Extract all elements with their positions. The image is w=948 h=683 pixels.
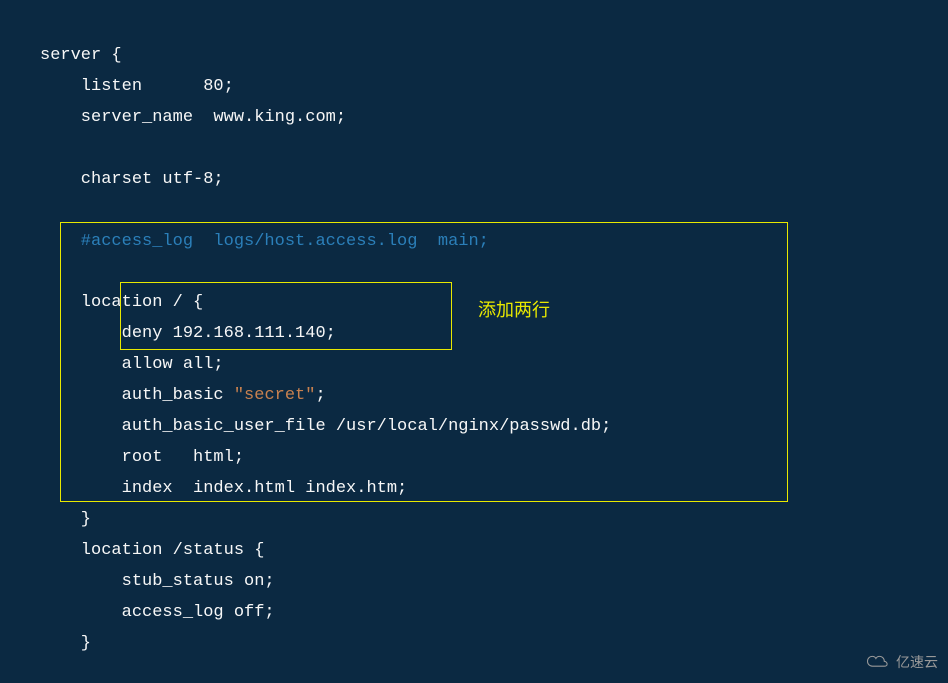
watermark-text: 亿速云 [896,650,938,675]
code-line: listen 80; [40,77,234,96]
code-line: server { [40,46,122,65]
code-string: "secret" [234,386,316,405]
code-line: location / { [40,293,203,312]
code-line-auth: auth_basic "secret"; [40,386,326,405]
code-line: location /status { [40,541,264,560]
code-line: } [40,510,91,529]
code-comment: #access_log logs/host.access.log main; [40,232,489,251]
code-line: auth_basic_user_file /usr/local/nginx/pa… [40,417,611,436]
code-block: server { listen 80; server_name www.king… [40,10,948,660]
watermark: 亿速云 [864,650,938,675]
code-line: } [40,634,91,653]
code-line: server_name www.king.com; [40,108,346,127]
code-line: stub_status on; [40,572,275,591]
annotation-label: 添加两行 [478,294,550,327]
code-line: access_log off; [40,603,275,622]
cloud-icon [864,653,892,671]
code-line: root html; [40,448,244,467]
code-line: index index.html index.htm; [40,479,407,498]
code-line: charset utf-8; [40,170,224,189]
code-line: deny 192.168.111.140; [40,324,336,343]
code-line: allow all; [40,355,224,374]
